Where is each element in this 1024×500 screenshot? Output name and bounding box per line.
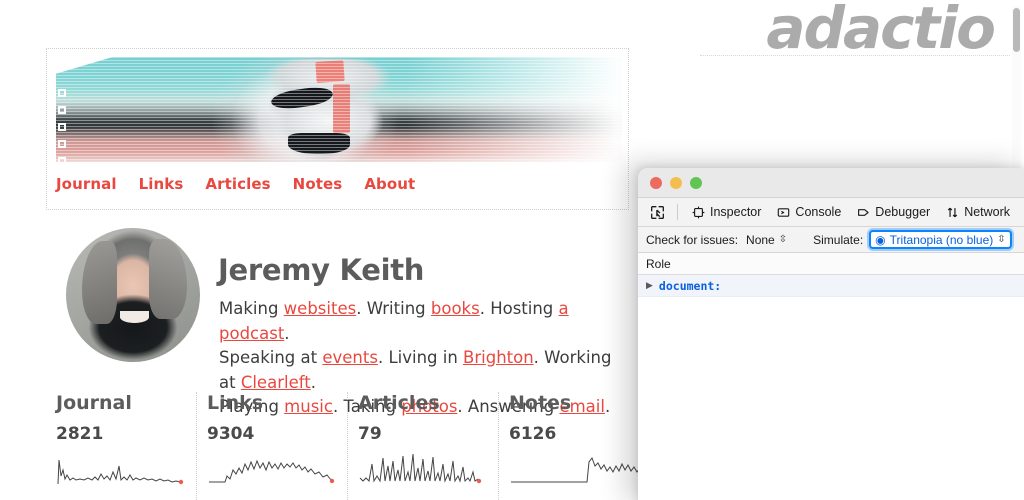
sparkline-notes (511, 456, 644, 483)
nav-item-notes[interactable]: Notes (293, 175, 343, 193)
inspector-icon (692, 206, 705, 218)
check-for-issues-value: None (746, 232, 775, 247)
bio-link[interactable]: websites (284, 299, 357, 318)
tab-debugger[interactable]: Debugger (850, 201, 937, 223)
sparkline-articles (359, 453, 482, 484)
page-scrollbar-thumb[interactable] (1013, 8, 1020, 52)
profile-bio-line: Speaking at events. Living in Brighton. … (219, 346, 619, 395)
bio-text: . Hosting (479, 299, 559, 318)
accessibility-tree-row-document[interactable]: ▶ document: (638, 275, 1024, 297)
site-nav: Journal Links Articles Notes About (56, 175, 415, 193)
banner-mouth-shape (288, 132, 351, 154)
bio-text: . Writing (356, 299, 431, 318)
chevron-updown-icon: ⇳ (997, 233, 1006, 245)
list-marker-icon (58, 106, 66, 114)
tree-node-label: document: (658, 278, 722, 293)
masthead: Journal Links Articles Notes About (46, 48, 629, 210)
avatar-hair-left (82, 241, 117, 325)
minimize-window-button[interactable] (670, 176, 682, 189)
stormtrooper-banner-image (56, 57, 622, 162)
sparkline-links (209, 459, 335, 484)
tree-column-header: Role (638, 253, 1024, 275)
bio-link[interactable]: books (431, 299, 480, 318)
bio-link[interactable]: Clearleft (241, 373, 311, 392)
screen: adactio Journal Links Articles Notes Abo… (0, 0, 1024, 500)
avatar (66, 228, 200, 362)
tab-inspector[interactable]: Inspector (685, 201, 768, 223)
debugger-icon (858, 208, 869, 216)
stat-count: 9304 (207, 424, 255, 444)
accessibility-toolbar: Check for issues: None ⇳ Simulate: ◉ Tri… (638, 227, 1024, 253)
tab-network[interactable]: Network (939, 201, 1017, 223)
devtools-titlebar (638, 168, 1024, 198)
check-for-issues-select[interactable]: None ⇳ (744, 233, 789, 247)
nav-item-articles[interactable]: Articles (205, 175, 270, 193)
simulate-select[interactable]: ◉ Tritanopia (no blue) ⇳ (869, 230, 1012, 249)
stat-links[interactable]: Links 9304 (196, 392, 347, 500)
list-marker-icon (58, 89, 66, 97)
list-marker-icon (58, 123, 66, 131)
column-header-role: Role (646, 256, 671, 271)
page-title: Jeremy Keith (218, 253, 425, 287)
bio-text: Making (219, 299, 284, 318)
stat-label: Notes (509, 392, 572, 414)
nav-item-about[interactable]: About (364, 175, 415, 193)
stat-articles[interactable]: Articles 79 (347, 392, 498, 500)
stat-notes[interactable]: Notes 6126 (498, 392, 649, 500)
stat-label: Articles (358, 392, 440, 414)
sparkline-journal (57, 459, 184, 485)
bio-text: . (310, 372, 316, 392)
tab-label: Console (795, 205, 842, 219)
bio-link[interactable]: events (322, 348, 378, 367)
avatar-smile (119, 311, 150, 324)
banner-red-stripe-2 (333, 84, 351, 133)
stat-label: Journal (56, 392, 132, 414)
maximize-window-button[interactable] (690, 176, 702, 189)
network-icon (948, 207, 958, 217)
nav-item-links[interactable]: Links (139, 175, 184, 193)
nav-item-journal[interactable]: Journal (56, 175, 117, 193)
stats-row: Journal 2821 Links 9304 Articles 79 Note… (46, 392, 646, 500)
profile-bio-line: Making websites. Writing books. Hosting … (219, 297, 619, 346)
console-icon (778, 207, 790, 217)
list-marker-icon (58, 157, 66, 165)
stat-count: 2821 (56, 424, 104, 444)
logo-divider (700, 55, 1010, 56)
chevron-right-icon[interactable]: ▶ (646, 281, 653, 290)
stat-label: Links (207, 392, 264, 414)
check-for-issues-label: Check for issues: (646, 232, 739, 247)
tab-label: Inspector (710, 205, 762, 219)
tab-label: Network (964, 205, 1011, 219)
banner-red-stripe-1 (315, 60, 346, 84)
stat-count: 79 (358, 424, 382, 444)
site-logo[interactable]: adactio (766, 0, 996, 59)
chevron-updown-icon: ⇳ (778, 233, 788, 245)
simulate-label: Simulate: (813, 232, 864, 247)
toolbar-separator (677, 204, 678, 220)
masthead-divider (46, 209, 629, 210)
bio-text: Speaking at (219, 348, 323, 367)
bio-text: . Living in (377, 348, 464, 367)
bio-text: . (284, 323, 290, 343)
tab-console[interactable]: Console (770, 201, 848, 223)
devtools-tabbar: Inspector Console Debugger Network (638, 198, 1024, 227)
stat-journal[interactable]: Journal 2821 (46, 392, 196, 500)
stat-count: 6126 (509, 424, 557, 444)
element-picker-icon[interactable] (644, 201, 670, 223)
tab-label: Debugger (875, 205, 931, 219)
accessibility-tree-body (638, 297, 1024, 500)
devtools-window: Inspector Console Debugger Network Check… (638, 168, 1024, 500)
eye-icon: ◉ (875, 232, 886, 247)
close-window-button[interactable] (650, 176, 662, 189)
list-marker-icon (58, 140, 66, 148)
avatar-hair-right (149, 238, 187, 320)
bio-link[interactable]: Brighton (463, 348, 534, 367)
simulate-value: Tritanopia (no blue) (889, 232, 994, 247)
